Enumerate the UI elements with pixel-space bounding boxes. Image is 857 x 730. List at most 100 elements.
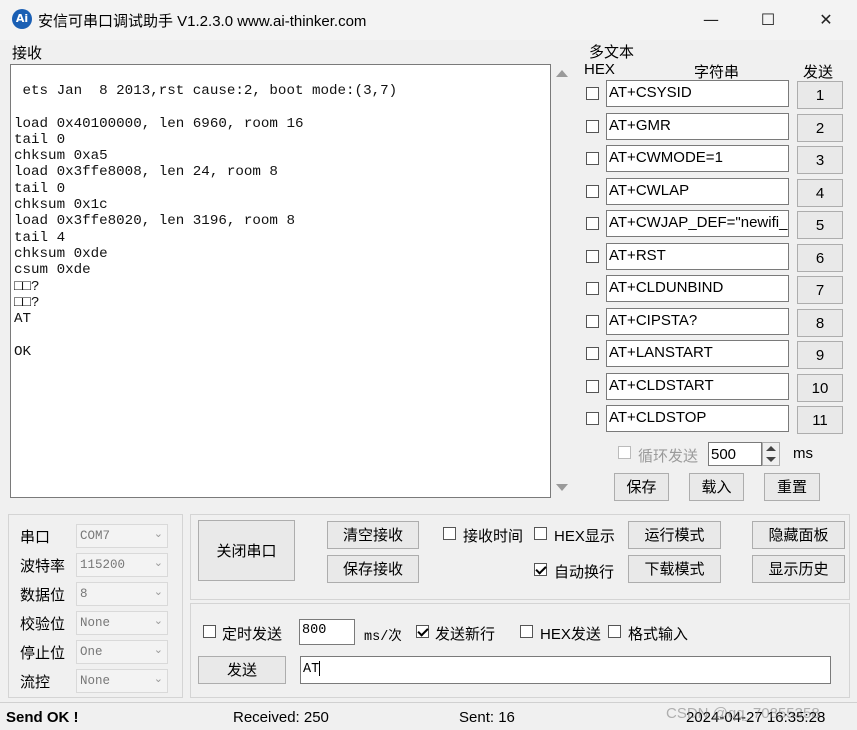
port-field-value: 8 (80, 587, 88, 601)
cmd-send-button[interactable]: 11 (797, 406, 843, 434)
cmd-send-button[interactable]: 7 (797, 276, 843, 304)
close-port-button[interactable]: 关闭串口 (198, 520, 295, 581)
loop-send-checkbox[interactable] (618, 446, 631, 459)
receive-label: 接收 (12, 45, 43, 62)
cmd-string-input[interactable]: AT+CIPSTA? (606, 307, 789, 335)
loop-interval-input[interactable]: 500 (708, 442, 762, 466)
cmd-hex-checkbox[interactable] (586, 152, 599, 165)
chevron-down-icon: ⌄ (153, 556, 163, 569)
close-icon[interactable]: ✕ (798, 0, 854, 40)
chevron-down-icon: ⌄ (153, 672, 163, 685)
run-mode-button[interactable]: 运行模式 (628, 521, 721, 549)
cmd-hex-checkbox[interactable] (586, 184, 599, 198)
download-mode-button[interactable]: 下载模式 (628, 555, 721, 583)
cmd-send-button[interactable]: 9 (797, 341, 843, 369)
hex-display-label: HEX显示 (554, 528, 615, 545)
cmd-send-button[interactable]: 5 (797, 211, 843, 239)
port-field-select[interactable]: None ⌄ (76, 611, 168, 635)
cmd-hex-checkbox[interactable] (586, 314, 599, 328)
text-cursor (319, 661, 321, 676)
cmd-string-input[interactable]: AT+CLDSTOP (606, 405, 789, 432)
status-message: Send OK ! (6, 709, 79, 726)
auto-wrap-checkbox[interactable] (534, 563, 547, 576)
port-field-label: 流控 (20, 674, 51, 691)
cmd-send-button[interactable]: 8 (797, 308, 843, 337)
cmd-hex-checkbox[interactable] (586, 217, 599, 230)
interval-unit-label: ms/次 (364, 630, 402, 645)
cmd-send-button[interactable]: 10 (797, 373, 843, 402)
reset-multi-button[interactable]: 重置 (764, 473, 820, 501)
timed-send-checkbox[interactable] (203, 625, 216, 638)
hide-panel-button[interactable]: 隐藏面板 (752, 521, 845, 549)
load-multi-button[interactable]: 载入 (689, 473, 744, 501)
receive-textarea[interactable]: ets Jan 8 2013,rst cause:2, boot mode:(3… (10, 64, 551, 498)
cmd-send-button[interactable]: 4 (797, 178, 843, 207)
clear-receive-button[interactable]: 清空接收 (327, 521, 419, 549)
cmd-string-input[interactable]: AT+CLDUNBIND (606, 275, 789, 302)
send-button[interactable]: 发送 (198, 656, 286, 684)
port-field-select[interactable]: 115200 ⌄ (76, 553, 168, 577)
send-input-value: AT (303, 662, 320, 678)
cmd-send-button[interactable]: 3 (797, 146, 843, 174)
chevron-down-icon: ⌄ (153, 585, 163, 598)
port-field-value: COM7 (80, 529, 111, 543)
scroll-up-icon[interactable] (556, 70, 568, 77)
cmd-string-input[interactable]: AT+CLDSTART (606, 372, 789, 400)
cmd-hex-checkbox[interactable] (586, 249, 599, 263)
status-bar: Send OK ! Received: 250 Sent: 16 2024-04… (0, 702, 857, 730)
receive-scrollbar[interactable] (551, 64, 573, 498)
cmd-send-button[interactable]: 1 (797, 81, 843, 109)
receive-text: ets Jan 8 2013,rst cause:2, boot mode:(3… (14, 83, 398, 360)
cmd-hex-checkbox[interactable] (586, 379, 599, 393)
cmd-send-button[interactable]: 6 (797, 243, 843, 272)
hex-display-checkbox[interactable] (534, 527, 547, 540)
received-count: Received: 250 (233, 709, 329, 726)
scroll-down-icon[interactable] (556, 484, 568, 491)
port-field-select[interactable]: None ⌄ (76, 669, 168, 693)
port-field-select[interactable]: COM7 ⌄ (76, 524, 168, 548)
send-input[interactable]: AT (300, 656, 831, 684)
port-field-label: 校验位 (20, 616, 66, 633)
timed-interval-input[interactable]: 800 (299, 619, 355, 645)
spin-up-icon[interactable] (766, 446, 776, 451)
receive-time-label: 接收时间 (463, 528, 524, 545)
cmd-hex-checkbox[interactable] (586, 412, 599, 425)
spin-down-icon[interactable] (766, 457, 776, 462)
port-field-select[interactable]: One ⌄ (76, 640, 168, 664)
format-input-checkbox[interactable] (608, 625, 621, 638)
maximize-icon[interactable]: ☐ (740, 0, 796, 40)
port-field-value: One (80, 645, 103, 659)
show-history-button[interactable]: 显示历史 (752, 555, 845, 583)
save-receive-button[interactable]: 保存接收 (327, 555, 419, 583)
port-field-value: None (80, 616, 111, 630)
hex-send-checkbox[interactable] (520, 625, 533, 638)
window-title: 安信可串口调试助手 V1.2.3.0 www.ai-thinker.com (38, 13, 367, 30)
cmd-string-input[interactable]: AT+CWMODE=1 (606, 145, 789, 172)
loop-interval-spinner[interactable] (762, 442, 780, 466)
cmd-hex-checkbox[interactable] (586, 87, 599, 100)
send-newline-checkbox[interactable] (416, 625, 429, 638)
cmd-hex-checkbox[interactable] (586, 119, 599, 133)
port-field-value: None (80, 674, 111, 688)
minimize-icon[interactable]: — (683, 0, 739, 40)
receive-time-checkbox[interactable] (443, 527, 456, 540)
title-bar: Ai 安信可串口调试助手 V1.2.3.0 www.ai-thinker.com… (0, 0, 857, 40)
cmd-string-input[interactable]: AT+CWLAP (606, 177, 789, 205)
chevron-down-icon: ⌄ (153, 643, 163, 656)
auto-wrap-label: 自动换行 (554, 564, 615, 581)
multi-text-label: 多文本 (589, 44, 635, 61)
save-multi-button[interactable]: 保存 (614, 473, 669, 501)
cmd-string-input[interactable]: AT+GMR (606, 112, 789, 140)
chevron-down-icon: ⌄ (153, 614, 163, 627)
cmd-string-input[interactable]: AT+CWJAP_DEF="newifi_ (606, 210, 789, 237)
port-field-select[interactable]: 8 ⌄ (76, 582, 168, 606)
cmd-send-button[interactable]: 2 (797, 113, 843, 142)
cmd-hex-checkbox[interactable] (586, 347, 599, 360)
send-newline-label: 发送新行 (435, 626, 496, 643)
cmd-string-input[interactable]: AT+CSYSID (606, 80, 789, 107)
cmd-hex-checkbox[interactable] (586, 282, 599, 295)
chevron-down-icon: ⌄ (153, 527, 163, 540)
cmd-string-input[interactable]: AT+RST (606, 242, 789, 270)
hex-column-header: HEX (584, 61, 615, 78)
cmd-string-input[interactable]: AT+LANSTART (606, 340, 789, 367)
